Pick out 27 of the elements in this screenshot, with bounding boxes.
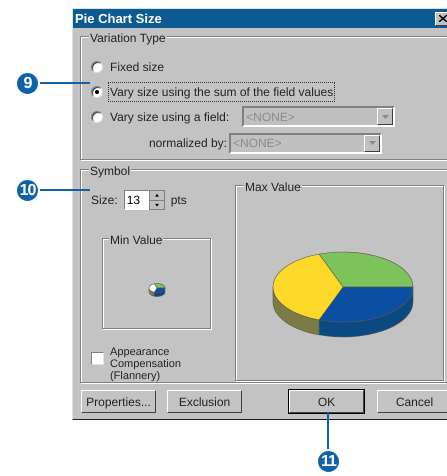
leader-line (38, 82, 90, 84)
radio-button[interactable] (91, 60, 103, 72)
radio-label[interactable]: Vary size using the sum of the field values (109, 82, 334, 100)
size-field[interactable]: 13 (124, 190, 149, 210)
leader-line (327, 413, 329, 450)
callout-number: 9 (15, 71, 40, 96)
radio-button[interactable] (91, 110, 103, 122)
checkbox[interactable] (91, 352, 104, 365)
down-arrow-icon (150, 200, 164, 209)
close-icon[interactable] (435, 12, 447, 26)
checkbox-label[interactable]: Appearance Compensation (Flannery) (110, 346, 229, 382)
radio-button[interactable] (91, 86, 103, 98)
field-label: normalized by: (148, 135, 228, 152)
dialog-button[interactable]: Properties... (81, 390, 156, 413)
size-label: Size: (91, 192, 118, 209)
dialog-button[interactable]: Cancel (377, 390, 447, 413)
pie-icon (148, 282, 165, 296)
radio-label[interactable]: Fixed size (109, 58, 166, 76)
spin-button[interactable] (148, 190, 165, 210)
dialog-button[interactable]: Exclusion (167, 390, 242, 413)
callout-number: 10 (15, 178, 40, 203)
radio-label[interactable]: Vary size using a field: (109, 108, 230, 126)
callout-number: 11 (316, 449, 341, 474)
dialog-button[interactable]: OK (289, 390, 364, 413)
leader-line (38, 189, 90, 191)
window-title: Pie Chart Size (75, 10, 162, 28)
unit-label: pts (170, 192, 187, 209)
